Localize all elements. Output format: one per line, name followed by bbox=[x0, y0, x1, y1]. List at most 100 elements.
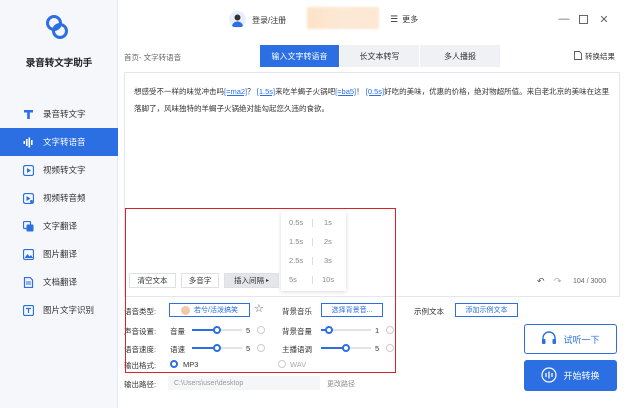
sidebar-item-video-to-audio[interactable]: 视频转音频 bbox=[0, 184, 118, 212]
mp3-radio[interactable] bbox=[170, 360, 178, 368]
pause-option[interactable]: 1s bbox=[324, 218, 332, 227]
sidebar-item-label: 录音转文字 bbox=[43, 109, 86, 119]
pause-option[interactable]: 5s bbox=[289, 275, 297, 284]
maximize-button[interactable] bbox=[576, 12, 590, 26]
divider bbox=[312, 276, 313, 284]
sound-settings-label: 声音设置: bbox=[124, 327, 157, 336]
bg-music-label: 背景音乐 bbox=[282, 307, 312, 316]
pause-option[interactable]: 2s bbox=[324, 237, 332, 246]
sidebar-item-label: 视频转文字 bbox=[43, 165, 86, 175]
polyphone-button[interactable]: 多音字 bbox=[181, 273, 219, 288]
sidebar-item-text-to-speech[interactable]: 文字转语音 bbox=[0, 128, 118, 156]
pause-option[interactable]: 2.5s bbox=[289, 256, 303, 265]
divider bbox=[312, 219, 313, 227]
undo-icon[interactable]: ↶ bbox=[537, 276, 545, 287]
pause-tag[interactable]: [0.5s] bbox=[366, 87, 384, 96]
text-editor[interactable]: 想感受不一样的味觉冲击吗[=ma2]？ [1.5s]来吃羊蝎子火锅吧[=ba5]… bbox=[124, 72, 620, 297]
sidebar-item-image-ocr[interactable]: 图片文字识别 bbox=[0, 296, 118, 324]
avatar[interactable] bbox=[229, 11, 246, 28]
add-sample-text-button[interactable]: 添加示例文本 bbox=[455, 303, 518, 317]
pinyin-tag[interactable]: [=ba5] bbox=[335, 87, 356, 96]
bg-music-select-button[interactable]: 选择背景音... bbox=[321, 303, 383, 317]
start-convert-button[interactable]: 开始转换 bbox=[524, 360, 617, 391]
sidebar-item-label: 视频转音频 bbox=[43, 193, 86, 203]
speed-label: 语音速度: bbox=[124, 345, 157, 354]
sidebar-item-text-translate[interactable]: 文字翻译 bbox=[0, 212, 118, 240]
tab-multi-speaker[interactable]: 多人播报 bbox=[420, 45, 500, 67]
volume-label: 音量 bbox=[170, 327, 185, 336]
app-logo-icon bbox=[46, 15, 68, 39]
close-button[interactable]: ✕ bbox=[597, 12, 611, 26]
pause-option[interactable]: 3s bbox=[324, 256, 332, 265]
preview-listen-label: 试听一下 bbox=[563, 334, 600, 345]
insert-pause-button[interactable]: 插入间隔 ▸ bbox=[224, 273, 279, 288]
output-path-field[interactable]: C:\Users\user\desktop bbox=[168, 376, 320, 390]
speed-sub-label: 语速 bbox=[170, 345, 185, 354]
pause-option[interactable]: 0.5s bbox=[289, 218, 303, 227]
text-segment: ！ bbox=[356, 87, 364, 96]
sidebar-item-image-translate[interactable]: 图片翻译 bbox=[0, 240, 118, 268]
sidebar: 录音转文字助手 录音转文字 文字转语音 视频转文字 视频转音频 文字翻译 图片翻… bbox=[0, 0, 118, 408]
tab-input-text-to-speech[interactable]: 输入文字转语音 bbox=[260, 45, 339, 67]
bg-volume-slider[interactable] bbox=[321, 326, 371, 334]
sidebar-item-label: 文档翻译 bbox=[43, 277, 78, 287]
bg-volume-label: 背景音量 bbox=[282, 327, 312, 336]
app-title: 录音转文字助手 bbox=[25, 58, 93, 69]
minimize-button[interactable]: — bbox=[557, 12, 571, 26]
sidebar-item-video-to-text[interactable]: 视频转文字 bbox=[0, 156, 118, 184]
volume-value: 5 bbox=[246, 326, 251, 335]
speed-value: 5 bbox=[246, 344, 251, 353]
reset-icon[interactable] bbox=[257, 326, 265, 334]
tab-long-text[interactable]: 长文本转写 bbox=[340, 45, 419, 67]
volume-slider[interactable] bbox=[192, 326, 242, 334]
reset-icon[interactable] bbox=[386, 344, 394, 352]
bg-volume-value: 1 bbox=[375, 326, 380, 335]
redo-icon[interactable]: ↷ bbox=[554, 276, 562, 287]
sidebar-item-label: 图片文字识别 bbox=[43, 305, 95, 315]
convert-result-button[interactable]: 转换结果 bbox=[574, 51, 615, 62]
format-label: 输出格式: bbox=[124, 361, 157, 370]
more-label: 更多 bbox=[402, 15, 419, 24]
document-icon bbox=[574, 51, 582, 62]
pitch-label: 主播语调 bbox=[282, 345, 312, 354]
pitch-slider[interactable] bbox=[321, 344, 371, 352]
pinyin-tag[interactable]: [=ma2] bbox=[224, 87, 247, 96]
editor-content[interactable]: 想感受不一样的味觉冲击吗[=ma2]？ [1.5s]来吃羊蝎子火锅吧[=ba5]… bbox=[134, 83, 612, 117]
maximize-icon bbox=[578, 14, 588, 24]
menu-icon: ☰ bbox=[390, 14, 399, 24]
close-icon: ✕ bbox=[599, 13, 609, 26]
preview-listen-button[interactable]: 试听一下 bbox=[524, 324, 617, 354]
pause-tag[interactable]: [1.5s] bbox=[257, 87, 275, 96]
sidebar-nav: 录音转文字 文字转语音 视频转文字 视频转音频 文字翻译 图片翻译 文档翻译 图… bbox=[0, 100, 118, 324]
login-register-link[interactable]: 登录/注册 bbox=[252, 15, 286, 26]
pitch-value: 5 bbox=[375, 344, 380, 353]
voice-type-label: 语音类型: bbox=[124, 307, 157, 316]
insert-pause-label: 插入间隔 bbox=[233, 276, 264, 285]
sidebar-item-label: 图片翻译 bbox=[43, 249, 78, 259]
text-segment: 想感受不一样的味觉冲击吗 bbox=[134, 87, 224, 96]
speed-slider[interactable] bbox=[192, 344, 242, 352]
wav-radio[interactable] bbox=[278, 360, 286, 368]
text-segment: 来吃羊蝎子火锅吧 bbox=[275, 87, 336, 96]
reset-icon[interactable] bbox=[257, 344, 265, 352]
sidebar-item-audio-to-text[interactable]: 录音转文字 bbox=[0, 100, 118, 128]
pause-option[interactable]: 10s bbox=[322, 275, 334, 284]
voice-select-button[interactable]: 若兮/活泼搞笑 bbox=[169, 303, 250, 317]
wav-label: WAV bbox=[290, 360, 307, 369]
change-path-link[interactable]: 更改路径 bbox=[327, 379, 355, 389]
translate-icon bbox=[22, 220, 35, 233]
start-convert-label: 开始转换 bbox=[563, 371, 600, 381]
pause-option[interactable]: 1.5s bbox=[289, 237, 303, 246]
video-play-icon bbox=[22, 164, 35, 177]
clear-text-button[interactable]: 清空文本 bbox=[129, 273, 176, 288]
mp3-label: MP3 bbox=[183, 360, 199, 369]
image-translate-icon bbox=[22, 248, 35, 261]
star-icon[interactable]: ☆ bbox=[254, 302, 264, 315]
text-segment: ？ bbox=[247, 87, 255, 96]
minimize-icon: — bbox=[558, 13, 570, 25]
reset-icon[interactable] bbox=[386, 326, 394, 334]
sidebar-item-doc-translate[interactable]: 文档翻译 bbox=[0, 268, 118, 296]
output-path-label: 输出路径: bbox=[124, 380, 157, 389]
voice-name: 若兮/活泼搞笑 bbox=[194, 307, 238, 314]
more-menu-button[interactable]: ☰ 更多 bbox=[390, 14, 418, 25]
